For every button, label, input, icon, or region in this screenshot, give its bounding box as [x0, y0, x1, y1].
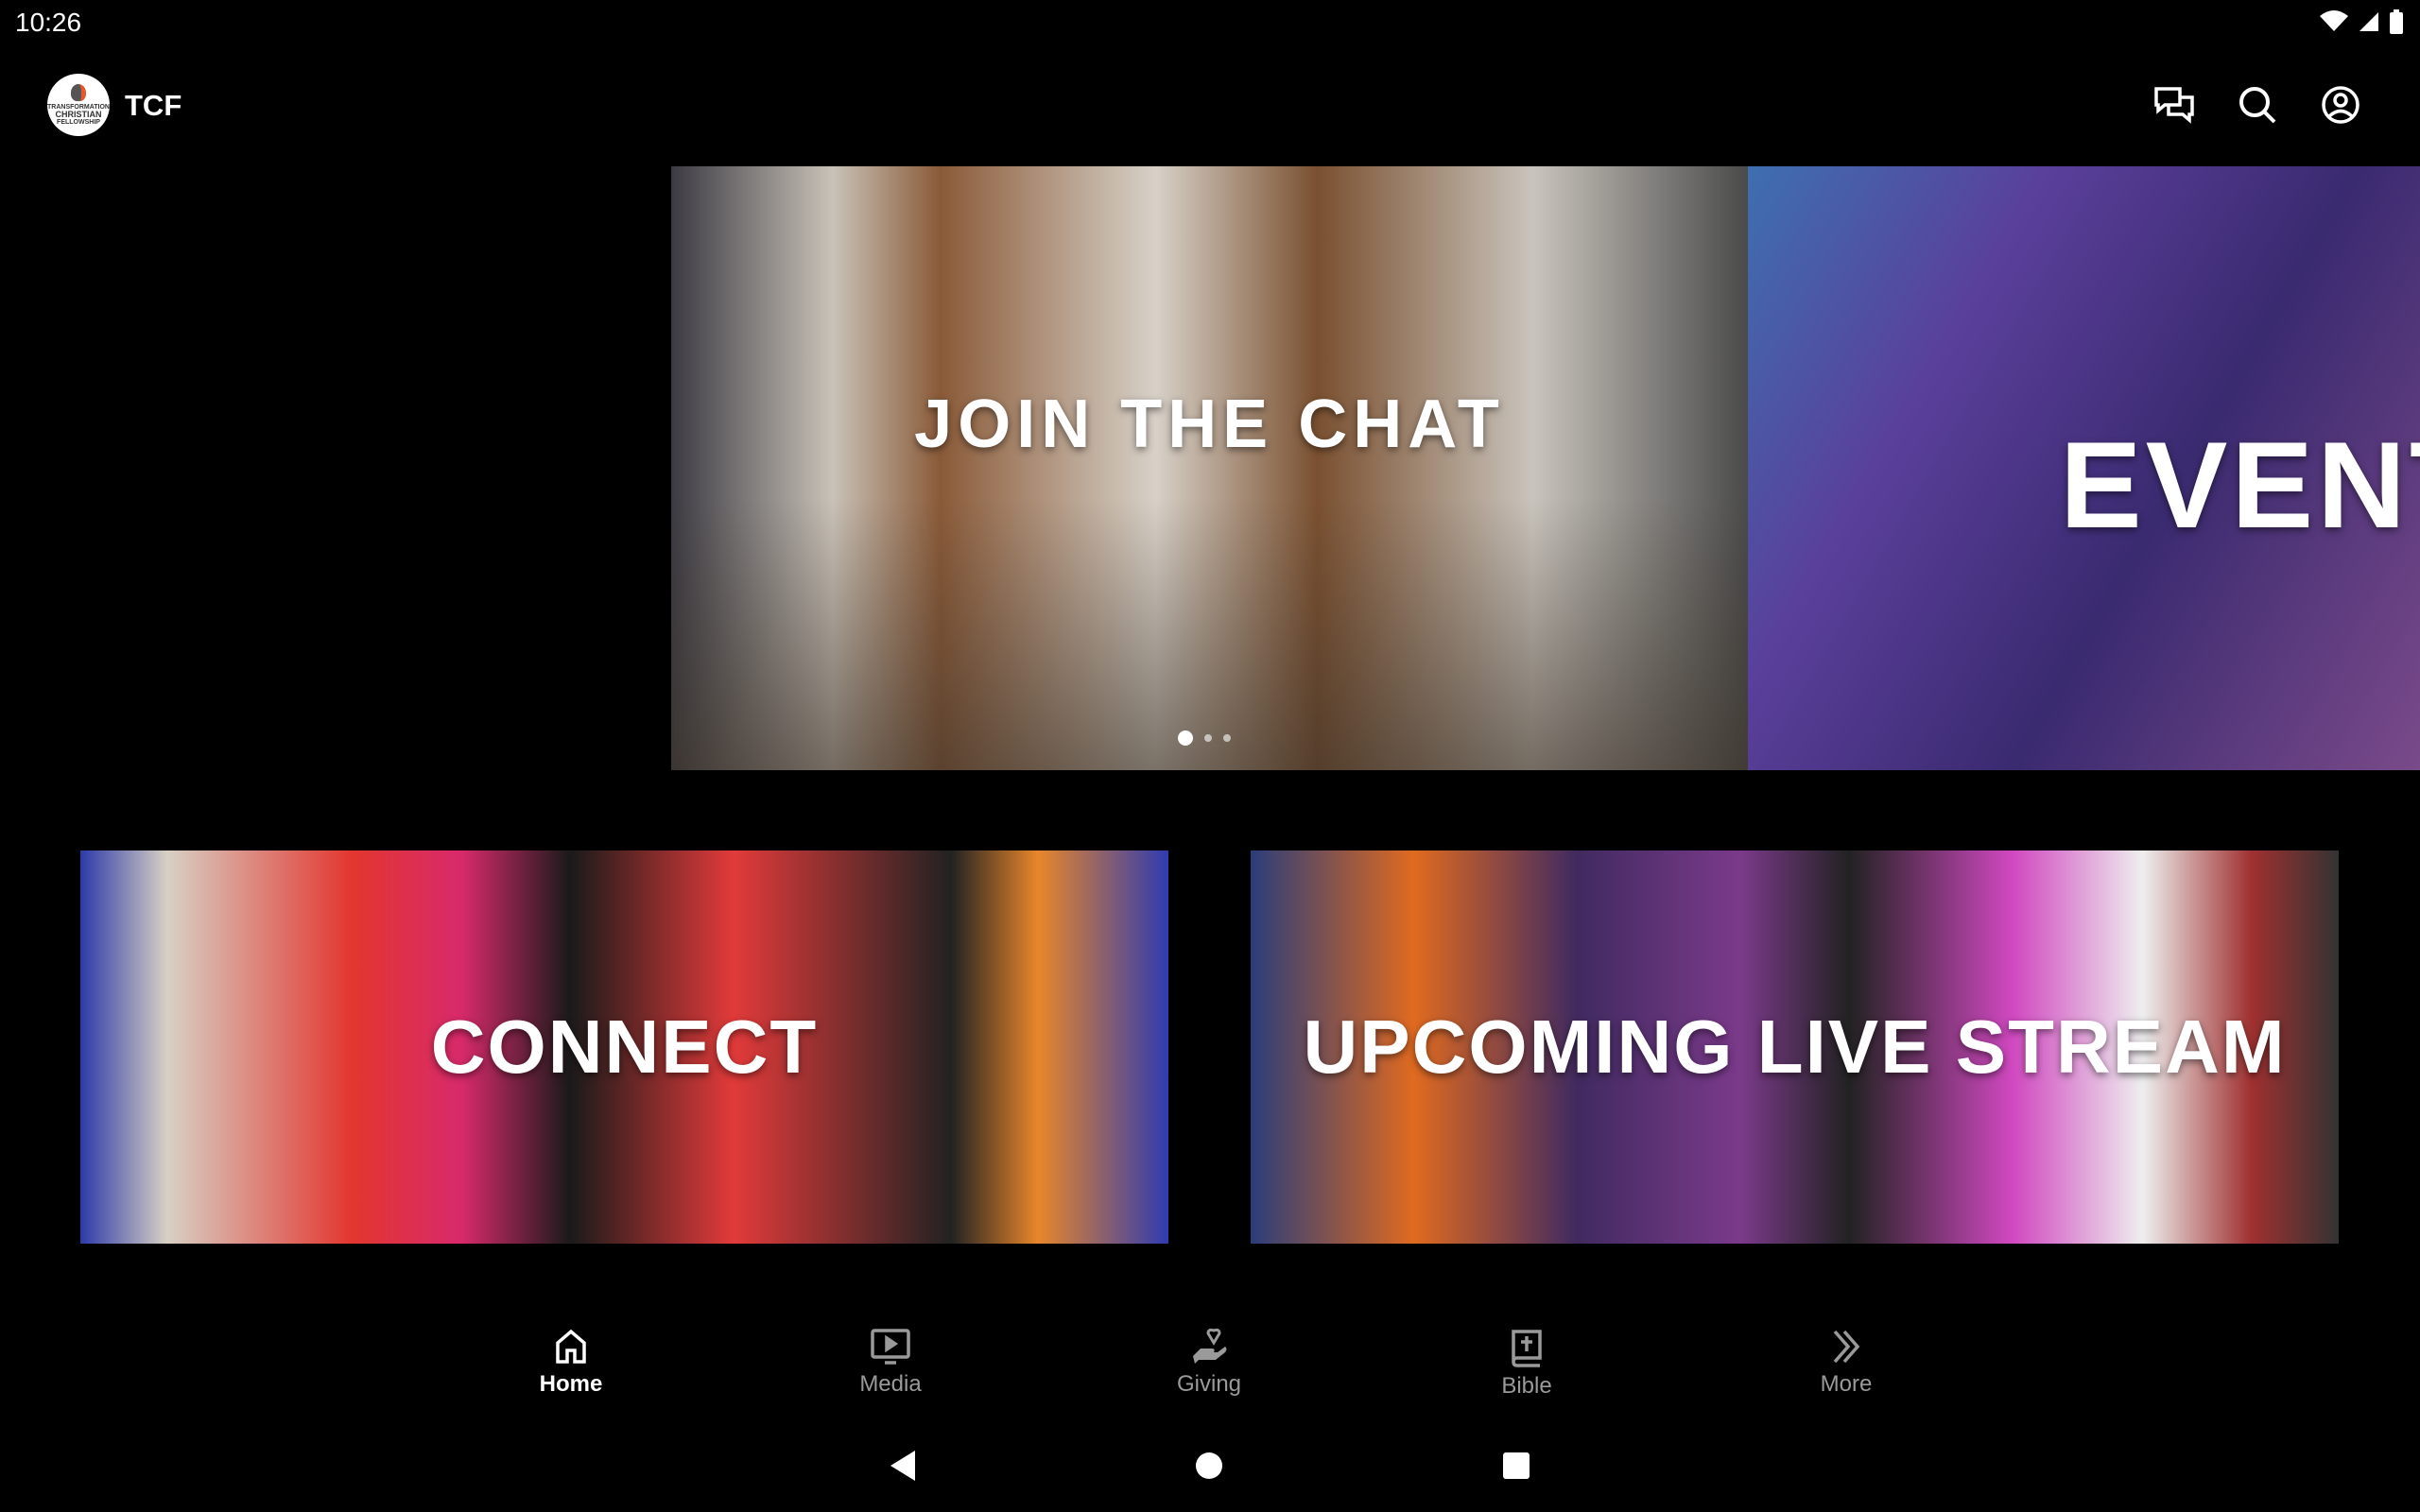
system-home-button[interactable] — [1190, 1447, 1228, 1485]
slide-title: EVENT — [2060, 416, 2420, 554]
nav-label: Media — [859, 1371, 922, 1397]
recents-icon — [1503, 1452, 1530, 1479]
carousel-indicator — [1178, 730, 1231, 746]
chat-button[interactable] — [2152, 83, 2196, 127]
home-circle-icon — [1196, 1452, 1222, 1479]
system-back-button[interactable] — [884, 1447, 922, 1485]
app-title: TCF — [125, 89, 182, 122]
system-status-icons — [2320, 9, 2403, 34]
carousel-dot[interactable] — [1178, 730, 1193, 746]
battery-icon — [2390, 9, 2403, 34]
account-icon — [2322, 86, 2360, 124]
card-title: UPCOMING LIVE STREAM — [1303, 1005, 2287, 1089]
more-icon — [1833, 1330, 1860, 1364]
media-icon — [871, 1329, 910, 1365]
status-time: 10:26 — [15, 8, 82, 37]
carousel-dot[interactable] — [1223, 734, 1231, 742]
card-title: CONNECT — [430, 1005, 819, 1089]
wifi-icon — [2320, 10, 2348, 31]
nav-label: Bible — [1501, 1373, 1552, 1399]
carousel-dot[interactable] — [1204, 734, 1212, 742]
nav-label: Home — [539, 1371, 603, 1397]
nav-more[interactable]: More — [1752, 1328, 1941, 1398]
search-icon — [2239, 87, 2276, 124]
nav-label: More — [1820, 1371, 1873, 1397]
connect-card[interactable]: CONNECT — [80, 850, 1168, 1244]
carousel-slide-event[interactable]: EVENT — [1748, 166, 2420, 770]
carousel-slide-join-the-chat[interactable]: JOIN THE CHAT — [671, 166, 1748, 770]
chat-icon — [2154, 87, 2194, 124]
slide-title: JOIN THE CHAT — [914, 387, 1505, 462]
signal-icon — [2360, 12, 2378, 31]
nav-label: Giving — [1176, 1371, 1242, 1397]
account-button[interactable] — [2319, 83, 2362, 127]
upcoming-live-stream-card[interactable]: UPCOMING LIVE STREAM — [1251, 850, 2339, 1244]
system-recents-button[interactable] — [1497, 1447, 1535, 1485]
back-icon — [890, 1451, 915, 1481]
nav-giving[interactable]: Giving — [1115, 1328, 1304, 1398]
search-button[interactable] — [2236, 83, 2279, 127]
giving-icon — [1193, 1328, 1227, 1364]
nav-media[interactable]: Media — [796, 1328, 985, 1398]
church-logo[interactable]: TRANSFORMATION CHRISTIAN FELLOWSHIP — [47, 74, 110, 136]
home-icon — [556, 1329, 586, 1364]
bible-icon — [1512, 1330, 1542, 1367]
nav-bible[interactable]: Bible — [1432, 1328, 1621, 1400]
nav-home[interactable]: Home — [476, 1328, 666, 1398]
